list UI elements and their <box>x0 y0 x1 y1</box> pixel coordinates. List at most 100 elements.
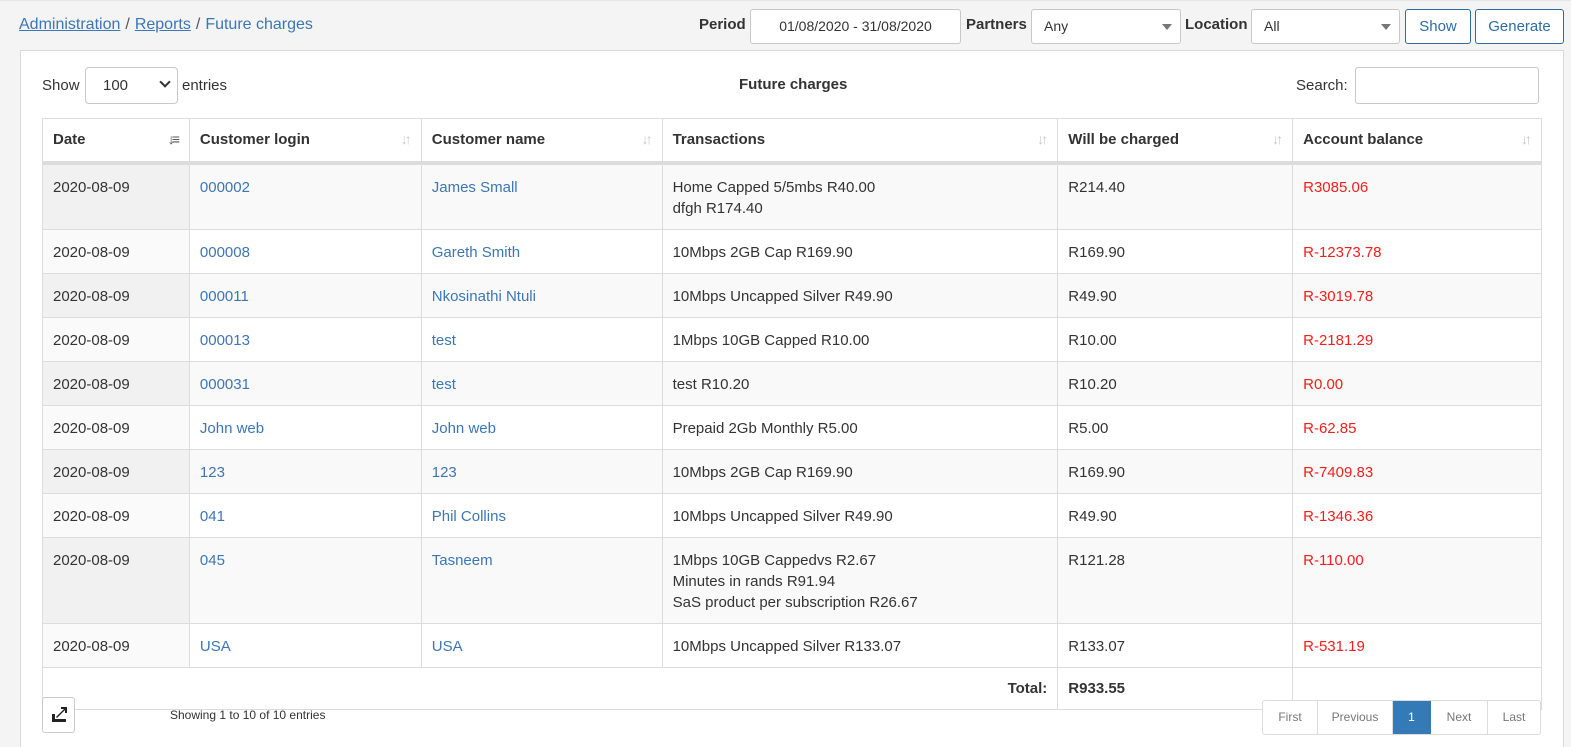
column-header-date[interactable]: Date ↓≡ <box>42 118 190 165</box>
customer-name-link[interactable]: test <box>432 376 456 393</box>
cell-account-balance: R-2181.29 <box>1292 316 1542 362</box>
show-entries-label: Show <box>42 77 80 94</box>
cell-customer-login: 000011 <box>188 272 422 318</box>
column-header-label: Will be charged <box>1068 131 1180 149</box>
show-button[interactable]: Show <box>1405 9 1471 44</box>
cell-date: 2020-08-09 <box>42 536 190 624</box>
column-header-account-balance[interactable]: Account balance ↓↑ <box>1292 118 1542 165</box>
breadcrumb-separator: / <box>195 16 201 33</box>
column-header-label: Customer login <box>199 131 310 149</box>
breadcrumb-reports-link[interactable]: Reports <box>135 16 191 33</box>
column-header-label: Transactions <box>672 131 766 149</box>
cell-account-balance: R-531.19 <box>1292 622 1542 668</box>
future-charges-table: Date ↓≡ Customer login ↓↑ Customer name ↓↑ … <box>41 118 1542 710</box>
cell-transactions: 10Mbps Uncapped Silver R49.90 <box>661 272 1059 318</box>
caret-down-icon <box>1381 24 1391 30</box>
cell-customer-name: 123 <box>420 448 663 494</box>
customer-name-link[interactable]: test <box>432 332 456 349</box>
cell-will-be-charged: R169.90 <box>1057 228 1294 274</box>
chevron-down-icon <box>159 76 171 88</box>
customer-login-link[interactable]: 000013 <box>200 332 250 349</box>
search-input[interactable] <box>1355 67 1539 104</box>
transaction-line: 1Mbps 10GB Cappedvs R2.67 <box>672 551 877 569</box>
customer-login-link[interactable]: 000002 <box>200 179 250 196</box>
pagination-previous[interactable]: Previous <box>1318 701 1393 734</box>
cell-customer-name: James Small <box>420 162 663 230</box>
transaction-line: 10Mbps Uncapped Silver R49.90 <box>672 507 893 525</box>
cell-customer-name: Phil Collins <box>420 492 663 538</box>
customer-login-link[interactable]: 000011 <box>200 288 249 305</box>
table-row: 2020-08-09 000008 Gareth Smith 10Mbps 2G… <box>42 228 1542 274</box>
customer-name-link[interactable]: USA <box>432 638 463 655</box>
cell-customer-name: test <box>420 316 663 362</box>
customer-login-link[interactable]: John web <box>200 420 264 437</box>
pagination-first[interactable]: First <box>1263 701 1318 734</box>
column-header-transactions[interactable]: Transactions ↓↑ <box>661 118 1059 165</box>
period-input[interactable]: 01/08/2020 - 31/08/2020 <box>750 9 961 44</box>
transaction-line: Home Capped 5/5mbs R40.00 <box>672 178 876 196</box>
pagination: First Previous 1 Next Last <box>1262 700 1541 735</box>
cell-date: 2020-08-09 <box>42 316 190 362</box>
cell-customer-login: 000008 <box>188 228 422 274</box>
pagination-page-1[interactable]: 1 <box>1393 701 1431 734</box>
cell-account-balance: R-1346.36 <box>1292 492 1542 538</box>
total-value: R933.55 <box>1057 666 1294 710</box>
cell-account-balance: R-12373.78 <box>1292 228 1542 274</box>
column-header-label: Customer name <box>431 131 546 149</box>
customer-login-link[interactable]: 000031 <box>200 376 250 393</box>
cell-account-balance: R-110.00 <box>1292 536 1542 624</box>
transaction-line: 1Mbps 10GB Capped R10.00 <box>672 331 870 349</box>
entries-per-page-select[interactable]: 100 <box>85 67 178 104</box>
cell-will-be-charged: R121.28 <box>1057 536 1294 624</box>
location-select[interactable]: All <box>1251 9 1400 44</box>
table-row: 2020-08-09 USA USA 10Mbps Uncapped Silve… <box>42 622 1542 668</box>
customer-name-link[interactable]: Phil Collins <box>432 508 506 525</box>
customer-login-link[interactable]: 041 <box>200 508 225 525</box>
customer-login-link[interactable]: 000008 <box>200 244 250 261</box>
table-row: 2020-08-09 000011 Nkosinathi Ntuli 10Mbp… <box>42 272 1542 318</box>
column-header-will-be-charged[interactable]: Will be charged ↓↑ <box>1057 118 1294 165</box>
transaction-line: test R10.20 <box>672 375 750 393</box>
cell-transactions: 10Mbps 2GB Cap R169.90 <box>661 228 1059 274</box>
customer-name-link[interactable]: John web <box>432 420 496 437</box>
column-header-customer-name[interactable]: Customer name ↓↑ <box>420 118 663 165</box>
cell-date: 2020-08-09 <box>42 228 190 274</box>
cell-will-be-charged: R10.20 <box>1057 360 1294 406</box>
customer-login-link[interactable]: 123 <box>200 464 225 481</box>
cell-customer-name: USA <box>420 622 663 668</box>
cell-customer-name: Gareth Smith <box>420 228 663 274</box>
period-label: Period <box>699 16 746 33</box>
customer-name-link[interactable]: Nkosinathi Ntuli <box>432 288 536 305</box>
column-header-customer-login[interactable]: Customer login ↓↑ <box>188 118 422 165</box>
partners-select[interactable]: Any <box>1031 9 1181 44</box>
sort-arrows-icon: ↓↑ <box>1037 131 1048 147</box>
cell-customer-login: 000031 <box>188 360 422 406</box>
cell-customer-login: 000013 <box>188 316 422 362</box>
location-label: Location <box>1185 16 1248 33</box>
customer-name-link[interactable]: James Small <box>432 179 518 196</box>
total-label: Total: <box>41 666 1059 710</box>
customer-login-link[interactable]: 045 <box>200 552 225 569</box>
sort-arrows-icon: ↓↑ <box>400 131 412 147</box>
cell-date: 2020-08-09 <box>42 162 190 230</box>
customer-name-link[interactable]: Tasneem <box>432 552 493 569</box>
export-button[interactable] <box>42 697 75 733</box>
cell-transactions: Home Capped 5/5mbs R40.00 dfgh R174.40 <box>661 162 1059 230</box>
cell-date: 2020-08-09 <box>42 492 190 538</box>
customer-name-link[interactable]: Gareth Smith <box>432 244 520 261</box>
pagination-next[interactable]: Next <box>1431 701 1488 734</box>
customer-login-link[interactable]: USA <box>200 638 231 655</box>
breadcrumb-current: Future charges <box>205 16 313 33</box>
cell-transactions: 10Mbps Uncapped Silver R49.90 <box>661 492 1059 538</box>
generate-button[interactable]: Generate <box>1475 9 1564 44</box>
entries-label: entries <box>182 77 228 94</box>
customer-name-link[interactable]: 123 <box>432 464 457 481</box>
breadcrumb-administration-link[interactable]: Administration <box>19 16 120 33</box>
pagination-last[interactable]: Last <box>1488 701 1540 734</box>
cell-date: 2020-08-09 <box>42 272 190 318</box>
cell-will-be-charged: R49.90 <box>1057 272 1294 318</box>
report-panel: Show 100 entries Future charges Search: … <box>20 50 1564 747</box>
transaction-line: 10Mbps Uncapped Silver R49.90 <box>672 287 893 305</box>
caret-down-icon <box>1162 24 1172 30</box>
cell-will-be-charged: R169.90 <box>1057 448 1294 494</box>
